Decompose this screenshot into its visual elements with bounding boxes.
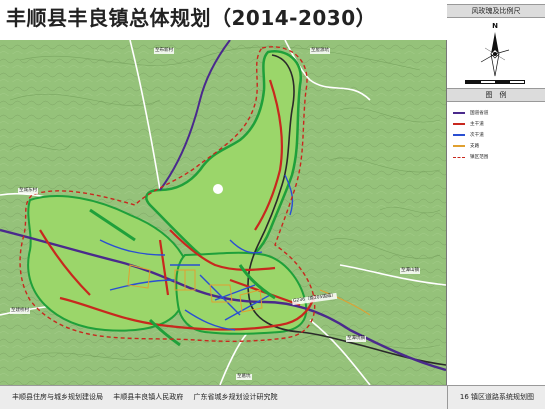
legend-label: 主干道: [470, 122, 484, 127]
map-canvas[interactable]: 至布新村 至屋源坑 至城东村 至潭山镇 至建桥村 至潭坑镇 至葛坑 G236（原…: [0, 40, 447, 385]
road-line-icon: [453, 134, 465, 136]
legend-label: 次干道: [470, 133, 484, 138]
footer-org: 丰顺县住房与城乡规划建设局: [12, 393, 103, 401]
north-letter: N: [492, 22, 498, 30]
scale-bar: [465, 80, 525, 84]
legend-item: 国道省道: [453, 108, 543, 118]
side-panel: 风玫瑰及比例尺 N 图 例 国道省道 主干道 次干道 支路 镇区范围: [447, 0, 545, 385]
place-label: 至城东村: [18, 188, 38, 194]
legend-item: 镇区范围: [453, 152, 543, 162]
place-label: 至潭山镇: [400, 268, 420, 274]
legend-label: 国道省道: [470, 111, 489, 116]
boundary-line-icon: [453, 156, 465, 158]
legend-item: 主干道: [453, 119, 543, 129]
sheet-title: 16 镇区道路系统规划图: [447, 386, 545, 409]
road-line-icon: [453, 112, 465, 114]
hill-marker: [213, 184, 223, 194]
place-label: 至潭坑镇: [346, 336, 366, 342]
footer-org: 广东省城乡规划设计研究院: [193, 393, 278, 401]
legend-item: 次干道: [453, 130, 543, 140]
place-label: 至建桥村: [10, 308, 30, 314]
map-svg: [0, 40, 446, 385]
map-title: 丰顺县丰良镇总体规划（2014-2030）: [6, 6, 377, 30]
legend-list: 国道省道 主干道 次干道 支路 镇区范围: [453, 108, 543, 163]
footer: 丰顺县住房与城乡规划建设局 丰顺县丰良镇人民政府 广东省城乡规划设计研究院 16…: [0, 385, 545, 409]
legend-header: 图 例: [447, 88, 545, 102]
compass-header: 风玫瑰及比例尺: [447, 4, 545, 18]
place-label: 至屋源坑: [310, 48, 330, 54]
place-label: 至布新村: [154, 48, 174, 54]
road-line-icon: [453, 123, 465, 125]
legend-item: 支路: [453, 141, 543, 151]
legend-label: 支路: [470, 144, 480, 149]
footer-org: 丰顺县丰良镇人民政府: [113, 393, 184, 401]
legend-label: 镇区范围: [470, 155, 489, 160]
footer-orgs: 丰顺县住房与城乡规划建设局 丰顺县丰良镇人民政府 广东省城乡规划设计研究院: [12, 386, 285, 409]
north-arrow-icon: N: [475, 22, 515, 80]
place-label: 至葛坑: [236, 374, 252, 380]
road-line-icon: [453, 145, 465, 147]
